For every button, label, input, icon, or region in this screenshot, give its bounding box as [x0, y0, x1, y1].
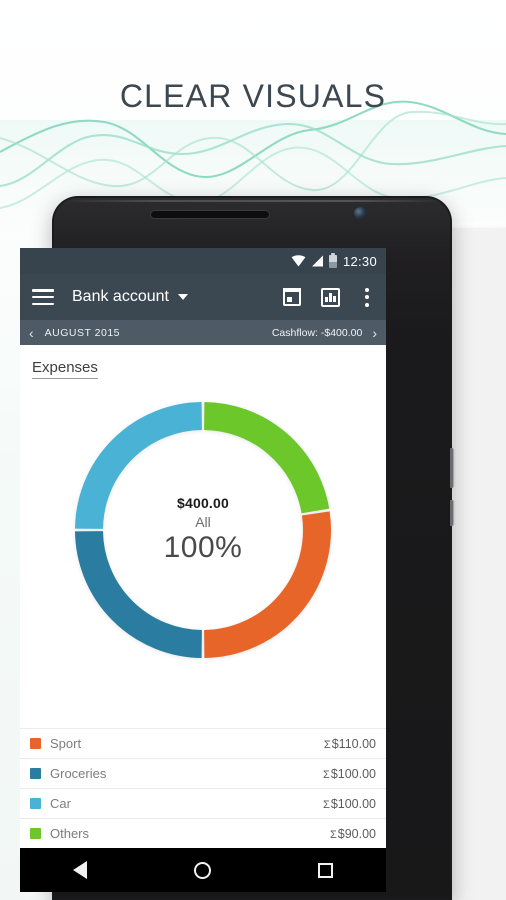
legend-row[interactable]: Car Σ$100.00 [20, 788, 386, 818]
sigma-icon: Σ [323, 798, 330, 811]
donut-chart-container: $400.00 All 100% [20, 385, 386, 675]
account-selector-title[interactable]: Bank account [72, 288, 169, 306]
calendar-button[interactable] [283, 288, 301, 306]
page-title: CLEAR VISUALS [119, 78, 387, 114]
current-month-label: AUGUST 2015 [44, 326, 121, 339]
next-month-button[interactable]: › [372, 326, 377, 340]
front-camera [354, 207, 367, 220]
chevron-down-icon[interactable] [177, 294, 188, 300]
legend-category-name: Others [50, 826, 90, 841]
legend-color-swatch [30, 798, 41, 809]
legend-category-amount: Σ$90.00 [329, 826, 376, 841]
phone-screen: 12:30 Bank account ‹ AUGUST 2015 Cashflo… [20, 248, 386, 848]
promo-screenshot: CLEAR VISUALS 12:30 Bank account ‹ AUGUS… [0, 0, 506, 900]
earpiece-speaker [150, 210, 270, 219]
period-navigation-bar: ‹ AUGUST 2015 Cashflow: -$400.00 › [20, 320, 386, 345]
donut-slice-car[interactable] [75, 402, 203, 530]
home-icon[interactable] [193, 861, 211, 879]
bar-chart-icon [321, 287, 340, 307]
signal-icon [311, 255, 323, 267]
sigma-icon: Σ [323, 768, 330, 781]
legend-color-swatch [30, 738, 41, 749]
hamburger-menu-icon[interactable] [32, 289, 54, 305]
status-bar-clock: 12:30 [342, 253, 377, 269]
calendar-icon [283, 288, 301, 306]
sigma-icon: Σ [323, 738, 331, 751]
power-button[interactable] [450, 500, 453, 526]
wifi-icon [291, 255, 306, 267]
more-vertical-icon [360, 287, 374, 307]
cashflow-label: Cashflow: -$400.00 [271, 326, 363, 339]
app-toolbar: Bank account [20, 274, 386, 320]
phone-edge-highlight [58, 200, 446, 202]
volume-button[interactable] [450, 448, 453, 488]
legend-row[interactable]: Groceries Σ$100.00 [20, 758, 386, 788]
donut-slice-others[interactable] [203, 402, 330, 514]
chart-content-area: Expenses $400.00 All 100% Sport Σ$110.00 G… [20, 345, 386, 848]
status-bar-icons [291, 252, 337, 268]
legend-color-swatch [30, 768, 41, 779]
sigma-icon: Σ [329, 828, 337, 841]
recents-icon[interactable] [317, 862, 333, 878]
donut-slice-sport[interactable] [203, 511, 331, 658]
legend-category-name: Groceries [50, 766, 107, 781]
legend-row[interactable]: Others Σ$90.00 [20, 818, 386, 848]
donut-chart[interactable]: $400.00 All 100% [67, 394, 339, 666]
section-title-wrapper: Expenses [20, 345, 386, 379]
legend-category-name: Car [50, 796, 71, 811]
battery-icon [328, 252, 337, 268]
legend-category-amount: Σ$100.00 [323, 766, 376, 781]
overflow-menu-button[interactable] [360, 287, 374, 307]
legend-color-swatch [30, 828, 41, 839]
donut-slice-groceries[interactable] [75, 530, 203, 658]
donut-chart-svg [75, 402, 331, 658]
chart-button[interactable] [321, 287, 340, 307]
previous-month-button[interactable]: ‹ [29, 326, 34, 340]
expenses-section-title[interactable]: Expenses [32, 359, 98, 379]
legend-category-amount: Σ$100.00 [323, 796, 376, 811]
back-icon[interactable] [73, 861, 88, 879]
legend-category-amount: Σ$110.00 [323, 736, 376, 751]
status-bar: 12:30 [20, 248, 386, 274]
legend-category-name: Sport [50, 736, 82, 751]
legend-row[interactable]: Sport Σ$110.00 [20, 728, 386, 758]
category-legend-list: Sport Σ$110.00 Groceries Σ$100.00 Car Σ$100.0… [20, 728, 386, 848]
android-navigation-bar [20, 848, 386, 892]
